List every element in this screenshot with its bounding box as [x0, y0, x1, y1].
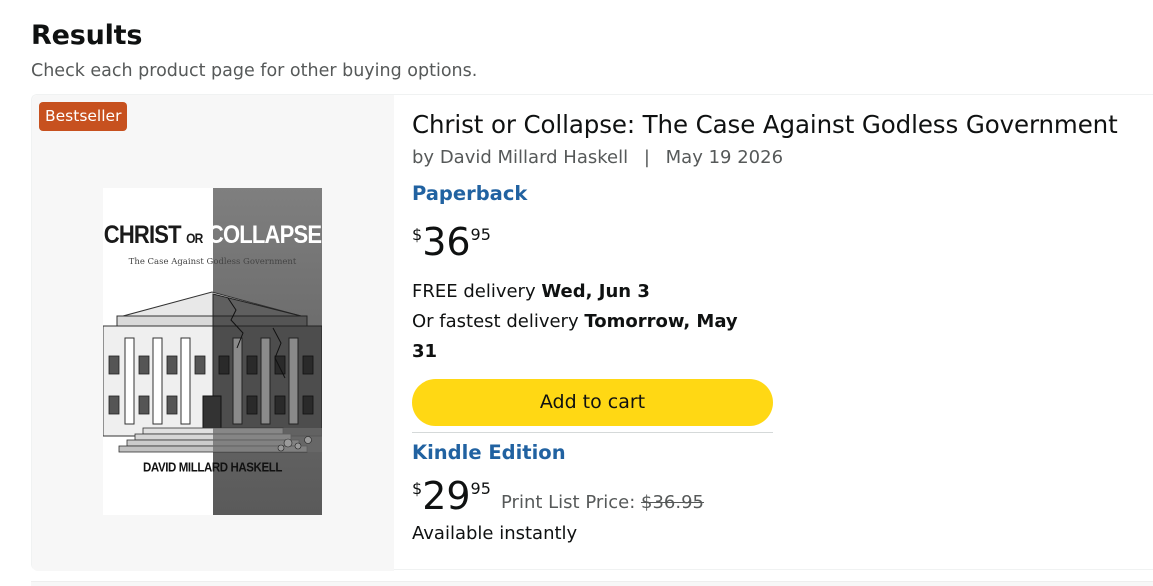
cover-subtitle: The Case Against Godless Government: [128, 257, 297, 267]
price-whole: 36: [422, 220, 471, 264]
fastest-delivery-info: Or fastest delivery Tomorrow, May 31: [412, 311, 738, 362]
results-subtitle: Check each product page for other buying…: [31, 61, 478, 81]
cover-author: DAVID MILLARD HASKELL: [143, 461, 282, 475]
product-byline: by David Millard Haskell | May 19 2026: [412, 147, 783, 168]
delivery-info: FREE delivery Wed, Jun 3: [412, 281, 650, 302]
cover-title: CHRIST OR COLLAPSE: [103, 220, 322, 249]
availability-text: Available instantly: [412, 523, 578, 544]
delivery-date: Wed, Jun 3: [541, 281, 650, 302]
book-cover-image[interactable]: CHRIST OR COLLAPSE The Case Against Godl…: [103, 188, 322, 515]
currency-symbol: $: [412, 225, 423, 244]
fastest-delivery-date: Tomorrow, May: [584, 311, 738, 332]
price-whole: 29: [422, 474, 471, 518]
price-fraction: 95: [470, 225, 491, 244]
product-image-panel[interactable]: Bestseller CHRIST OR COLLAPSE The Case A…: [32, 95, 394, 571]
currency-symbol: $: [412, 479, 423, 498]
add-to-cart-button[interactable]: Add to cart: [412, 379, 773, 426]
byline-separator: |: [643, 147, 650, 168]
price-fraction: 95: [470, 479, 491, 498]
product-title-link[interactable]: Christ or Collapse: The Case Against God…: [412, 110, 1118, 139]
kindle-price[interactable]: $ 29 95: [412, 477, 491, 515]
paperback-price[interactable]: $ 36 95: [412, 223, 491, 261]
results-heading: Results: [31, 20, 143, 51]
product-card: Bestseller CHRIST OR COLLAPSE The Case A…: [31, 94, 1153, 571]
list-price-struck: $36.95: [641, 492, 705, 513]
release-date: May 19 2026: [665, 147, 784, 168]
byline-prefix: by: [412, 147, 435, 168]
format-kindle-link[interactable]: Kindle Edition: [412, 441, 566, 464]
print-list-price: Print List Price: $36.95: [501, 492, 705, 513]
author-name: David Millard Haskell: [439, 147, 629, 168]
format-paperback-link[interactable]: Paperback: [412, 182, 527, 205]
divider: [412, 432, 773, 433]
bestseller-badge: Bestseller: [39, 102, 128, 131]
next-card-edge: [31, 581, 1153, 586]
